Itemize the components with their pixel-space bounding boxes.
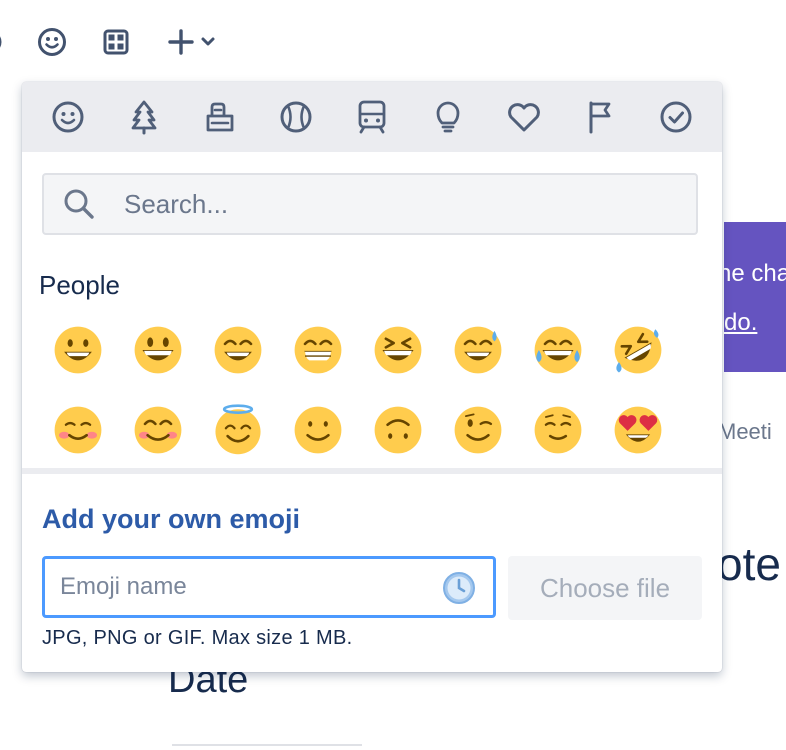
lightbulb-icon (436, 101, 460, 133)
emoji-item[interactable] (608, 400, 668, 460)
tree-icon (131, 100, 157, 135)
emoji-picker: People Add your own emoji Choose file JP… (22, 82, 722, 672)
smiley-icon (52, 101, 84, 133)
emoji-toolbar-button[interactable] (34, 24, 70, 60)
insert-menu-button[interactable] (162, 24, 222, 60)
table-toolbar-button[interactable] (98, 24, 134, 60)
food-icon (206, 102, 234, 132)
emoji-search-box[interactable] (42, 173, 698, 235)
train-icon (358, 100, 386, 134)
purple-panel-link[interactable]: do. (724, 298, 757, 348)
plus-icon (168, 29, 194, 55)
category-objects[interactable] (428, 97, 468, 137)
emoji-item[interactable] (528, 400, 588, 460)
chevron-down-icon (201, 37, 215, 46)
meeting-text: Meeti (718, 419, 772, 444)
category-activity[interactable] (276, 97, 316, 137)
baseball-icon (280, 101, 312, 133)
add-emoji-title: Add your own emoji (42, 504, 301, 534)
table-icon (103, 29, 129, 55)
category-nature[interactable] (124, 97, 164, 137)
category-flags[interactable] (580, 97, 620, 137)
flag-icon (589, 101, 611, 134)
emoji-item[interactable] (208, 320, 268, 380)
divider-line (172, 744, 362, 746)
search-icon (62, 187, 96, 226)
emoji-icon (38, 28, 66, 56)
emoji-item[interactable] (528, 320, 588, 380)
emoji-category-bar (22, 82, 722, 152)
choose-file-button[interactable]: Choose file (508, 556, 702, 620)
emoji-item[interactable] (48, 320, 108, 380)
emoji-item[interactable] (448, 400, 508, 460)
emoji-item[interactable] (288, 400, 348, 460)
emoji-item[interactable] (208, 400, 268, 460)
emoji-item[interactable] (128, 320, 188, 380)
picker-divider (22, 468, 722, 474)
category-travel[interactable] (352, 97, 392, 137)
editor-page: ne cha do. Meeti ote Date Search... Peop… (0, 0, 786, 750)
emoji-item[interactable] (128, 400, 188, 460)
file-hint: JPG, PNG or GIF. Max size 1 MB. (42, 627, 353, 649)
category-people[interactable] (48, 97, 88, 137)
search-input[interactable] (124, 175, 684, 233)
emoji-name-input[interactable] (60, 559, 430, 615)
heart-icon (508, 103, 540, 132)
emoji-name-box[interactable] (42, 556, 496, 618)
emoji-item[interactable] (288, 320, 348, 380)
category-foods[interactable] (200, 97, 240, 137)
purple-panel-text: ne cha (724, 260, 786, 287)
purple-panel: ne cha do. (724, 222, 786, 372)
notes-heading: ote (717, 538, 781, 590)
category-symbols[interactable] (504, 97, 544, 137)
emoji-item[interactable] (368, 320, 428, 380)
emoji-item[interactable] (608, 320, 668, 380)
category-productivity[interactable] (656, 97, 696, 137)
emoji-item[interactable] (368, 400, 428, 460)
emoji-item[interactable] (48, 400, 108, 460)
check-circle-icon (660, 101, 692, 133)
emoji-item[interactable] (448, 320, 508, 380)
clock-icon (441, 570, 477, 611)
partial-icon[interactable] (0, 28, 4, 56)
section-title-people: People (39, 270, 120, 300)
